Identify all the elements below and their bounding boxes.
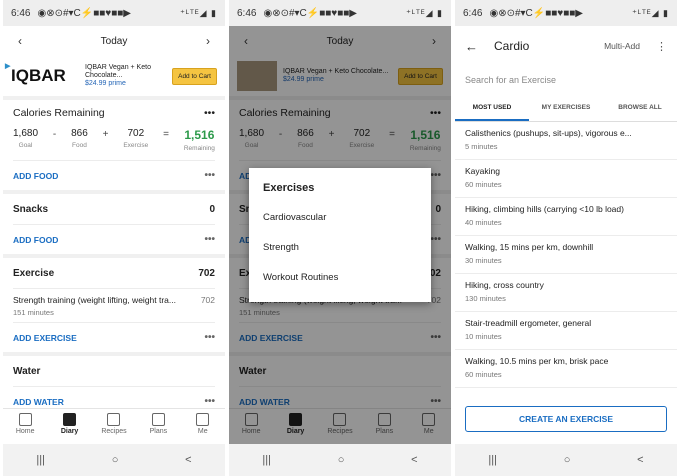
tab-plans[interactable]: Plans (138, 413, 178, 435)
ad-banner[interactable]: ▶ IQBAR IQBAR Vegan + Keto Chocolate... $2… (3, 56, 225, 96)
system-nav-bar: ||| ○ < (3, 444, 225, 476)
tab-most-used[interactable]: MOST USED (455, 94, 529, 121)
book-icon (63, 413, 77, 426)
diary-screen: 6:46 ◉⊗⊙#▾C⚡■■♥■■▶ ⁺ᴸᵀᴱ◢ ▮ ‹ Today › ▶ IQB… (3, 0, 225, 476)
page-title: Cardio (494, 39, 530, 53)
calories-equation: 1,680 Goal - 866 Food + 702 Exercise = 1,51… (13, 128, 215, 152)
back-icon[interactable]: < (185, 454, 191, 466)
more-dots-icon: ••• (204, 332, 215, 343)
tab-diary[interactable]: Diary (50, 413, 90, 435)
recents-icon[interactable]: ||| (36, 454, 45, 466)
back-icon[interactable]: < (637, 454, 643, 466)
more-dots-icon: ••• (204, 234, 215, 245)
more-dots-icon: ••• (204, 396, 215, 407)
food-value: 866 (71, 128, 88, 139)
tab-recipes[interactable]: Recipes (94, 413, 134, 435)
arrow-left-icon[interactable]: ← (465, 39, 478, 54)
recents-icon[interactable]: ||| (488, 454, 497, 466)
create-exercise-button[interactable]: CREATE AN EXERCISE (465, 406, 667, 432)
status-bar: 6:46 ◉⊗⊙#▾C⚡■■♥■■▶ ⁺ᴸᵀᴱ◢ ▮ (3, 0, 225, 26)
calories-card: Calories Remaining ••• 1,680 Goal - 866 Foo… (3, 100, 225, 190)
diary-screen-dialog: 6:46 ◉⊗⊙#▾C⚡■■♥■■▶ ⁺ᴸᵀᴱ◢ ▮ ‹ Today › IQBA… (229, 0, 451, 476)
exercises-dialog: Exercises Cardiovascular Strength Workou… (249, 168, 431, 302)
recipes-icon (107, 413, 121, 426)
plans-icon (151, 413, 165, 426)
list-item[interactable]: Hiking, cross country 130 minutes (455, 274, 677, 312)
cardio-screen: 6:46 ◉⊗⊙#▾C⚡■■♥■■▶ ⁺ᴸᵀᴱ◢ ▮ ← Cardio Multi… (455, 0, 677, 476)
bottom-tab-bar: Home Diary Recipes Plans Me (3, 408, 225, 444)
cardio-header: ← Cardio Multi-Add ⋮ (455, 26, 677, 66)
home-button-icon[interactable]: ○ (338, 454, 345, 466)
list-item[interactable]: Hiking, climbing hills (carrying <10 lb … (455, 198, 677, 236)
list-item[interactable]: Walking, 15 mins per km, downhill 30 minu… (455, 236, 677, 274)
kebab-menu-icon[interactable]: ⋮ (656, 40, 667, 53)
add-to-cart-button[interactable]: Add to Cart (172, 67, 217, 85)
ad-text: IQBAR Vegan + Keto Chocolate... $24.99 pr… (85, 64, 151, 87)
exercise-list: Calisthenics (pushups, sit-ups), vigorou… (455, 122, 677, 388)
day-header: ‹ Today › (3, 26, 225, 56)
list-item[interactable]: Strength training (weight lifting, weigh… (13, 288, 215, 322)
exercise-card: Exercise702 Strength training (weight li… (3, 258, 225, 352)
search-input[interactable]: Search for an Exercise (455, 66, 677, 94)
system-nav-bar: ||| ○ < (455, 444, 677, 476)
ad-choices-icon: ▶ (5, 63, 11, 70)
list-item[interactable]: Calisthenics (pushups, sit-ups), vigorou… (455, 122, 677, 160)
dialog-item-strength[interactable]: Strength (263, 242, 417, 272)
more-dots-icon[interactable]: ••• (204, 107, 215, 119)
home-button-icon[interactable]: ○ (112, 454, 119, 466)
day-label: Today (100, 35, 128, 47)
chevron-left-icon[interactable]: ‹ (13, 34, 27, 48)
screenshot-collage: 6:46 ◉⊗⊙#▾C⚡■■♥■■▶ ⁺ᴸᵀᴱ◢ ▮ ‹ Today › ▶ IQB… (0, 0, 680, 476)
status-bar: 6:46 ◉⊗⊙#▾C⚡■■♥■■▶ ⁺ᴸᵀᴱ◢ ▮ (229, 0, 451, 26)
snacks-card: Snacks0 ADD FOOD••• (3, 194, 225, 254)
recents-icon[interactable]: ||| (262, 454, 271, 466)
calories-title: Calories Remaining (13, 107, 105, 119)
remaining-value: 1,516 (184, 128, 215, 142)
dialog-item-cardiovascular[interactable]: Cardiovascular (263, 212, 417, 242)
tab-my-exercises[interactable]: MY EXERCISES (529, 94, 603, 121)
status-time: 6:46 (11, 7, 31, 19)
home-button-icon[interactable]: ○ (564, 454, 571, 466)
home-icon (18, 413, 32, 426)
goal-value: 1,680 (13, 128, 39, 139)
back-icon[interactable]: < (411, 454, 417, 466)
list-item[interactable]: Walking, 10.5 mins per km, brisk pace 60 … (455, 350, 677, 388)
list-item[interactable]: Stair-treadmill ergometer, general 10 min… (455, 312, 677, 350)
add-food-snacks-button[interactable]: ADD FOOD ••• (13, 224, 215, 254)
person-icon (196, 413, 210, 426)
water-card: Water ADD WATER ••• (3, 356, 225, 416)
status-right-icons: ⁺ᴸᵀᴱ◢ ▮ (180, 7, 217, 18)
system-nav-bar: ||| ○ < (229, 444, 451, 476)
exercise-tabs: MOST USED MY EXERCISES BROWSE ALL (455, 94, 677, 122)
add-exercise-button[interactable]: ADD EXERCISE ••• (13, 322, 215, 352)
multi-add-button[interactable]: Multi-Add (604, 41, 640, 51)
dialog-item-workout-routines[interactable]: Workout Routines (263, 272, 417, 302)
status-icons: ◉⊗⊙#▾C⚡■■♥■■▶ (37, 7, 131, 19)
exercise-value: 702 (127, 128, 145, 139)
status-bar: 6:46 ◉⊗⊙#▾C⚡■■♥■■▶ ⁺ᴸᵀᴱ◢ ▮ (455, 0, 677, 26)
ad-logo: ▶ IQBAR (5, 63, 66, 85)
more-dots-icon: ••• (204, 170, 215, 181)
tab-me[interactable]: Me (183, 413, 223, 435)
list-item[interactable]: Kayaking 60 minutes (455, 160, 677, 198)
dialog-title: Exercises (263, 182, 315, 194)
tab-browse-all[interactable]: BROWSE ALL (603, 94, 677, 121)
chevron-right-icon[interactable]: › (201, 34, 215, 48)
tab-home[interactable]: Home (5, 413, 45, 435)
add-food-button[interactable]: ADD FOOD••• (13, 160, 215, 190)
